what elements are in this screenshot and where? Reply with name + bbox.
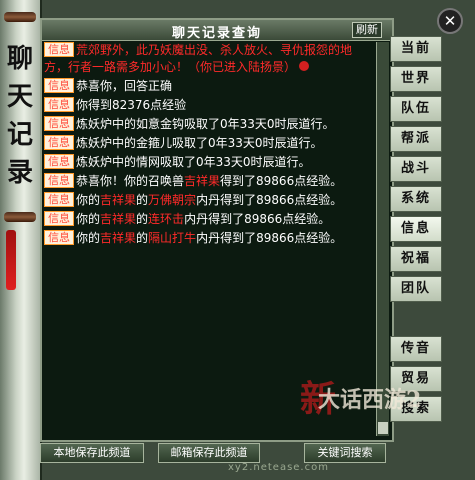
log-scrollbar[interactable] <box>376 42 389 436</box>
message-text: 你的 <box>76 193 101 207</box>
game-logo: 大话西游2 <box>318 387 422 413</box>
message-item: 信息 炼妖炉中的金箍儿吸取了0年33天0时辰道行。 <box>44 135 374 152</box>
message-text: 你的 <box>76 212 101 226</box>
refresh-button[interactable]: 刷新 <box>352 22 382 38</box>
message-text: 你的 <box>76 231 101 245</box>
pet-name-link[interactable]: 吉祥果 <box>100 212 136 226</box>
info-tag[interactable]: 信息 <box>44 192 74 207</box>
tab-guild[interactable]: 帮派 <box>390 126 442 152</box>
rose-icon <box>299 61 310 71</box>
tab-whisper[interactable]: 传音 <box>390 336 442 362</box>
message-item: 信息 恭喜你！你的召唤兽吉祥果得到了89866点经验。 <box>44 173 374 190</box>
message-text: 炼妖炉中的如意金钩吸取了0年33天0时辰道行。 <box>76 117 335 131</box>
tab-battle[interactable]: 战斗 <box>390 156 442 182</box>
tab-blessing[interactable]: 祝福 <box>390 246 442 272</box>
chat-log-panel: 聊天记录查询 刷新 信息 荒郊野外，此乃妖魔出没、杀人放火、寻仇报怨的地方，行者一… <box>40 18 394 442</box>
message-text: 恭喜你，回答正确 <box>76 79 173 93</box>
message-item: 信息 炼妖炉中的情网吸取了0年33天0时辰道行。 <box>44 154 374 171</box>
message-text: 的 <box>136 193 149 207</box>
message-text: 恭喜你！你的召唤兽 <box>76 174 185 188</box>
save-local-button[interactable]: 本地保存此频道 <box>40 443 144 463</box>
info-tag[interactable]: 信息 <box>44 42 74 57</box>
scrollbar-thumb[interactable] <box>378 422 388 434</box>
info-tag[interactable]: 信息 <box>44 173 74 188</box>
info-tag[interactable]: 信息 <box>44 135 74 150</box>
message-item: 信息 你的吉祥果的连环击内丹得到了89866点经验。 <box>44 211 374 228</box>
tab-group[interactable]: 团队 <box>390 276 442 302</box>
keyword-search-button[interactable]: 关键词搜索 <box>304 443 386 463</box>
message-text: 内丹得到了89866点经验。 <box>196 193 343 207</box>
neidan-name-link[interactable]: 隔山打牛 <box>148 231 196 245</box>
message-text: 内丹得到了89866点经验。 <box>196 231 343 245</box>
message-text: 内丹得到了89866点经验。 <box>184 212 331 226</box>
pet-name-link[interactable]: 吉祥果 <box>100 231 136 245</box>
panel-header: 聊天记录查询 刷新 <box>42 20 392 41</box>
info-tag[interactable]: 信息 <box>44 78 74 93</box>
site-watermark: xy2.netease.com <box>228 462 329 473</box>
message-text: 的 <box>136 212 149 226</box>
message-text: 的 <box>136 231 149 245</box>
tab-team[interactable]: 队伍 <box>390 96 442 122</box>
tab-info[interactable]: 信息 <box>390 216 442 242</box>
tab-system[interactable]: 系统 <box>390 186 442 212</box>
message-item: 信息 恭喜你，回答正确 <box>44 78 374 95</box>
close-button[interactable]: ✕ <box>437 8 463 34</box>
pet-name-link[interactable]: 吉祥果 <box>184 174 220 188</box>
info-tag[interactable]: 信息 <box>44 97 74 112</box>
neidan-name-link[interactable]: 万佛朝宗 <box>148 193 196 207</box>
message-item: 信息 荒郊野外，此乃妖魔出没、杀人放火、寻仇报怨的地方，行者一路需多加小心！（你已… <box>44 42 374 76</box>
message-text: 你得到82376点经验 <box>76 98 187 112</box>
tab-current[interactable]: 当前 <box>390 36 442 62</box>
info-tag[interactable]: 信息 <box>44 116 74 131</box>
panel-title: 聊天记录查询 <box>171 26 262 41</box>
message-item: 信息 炼妖炉中的如意金钩吸取了0年33天0时辰道行。 <box>44 116 374 133</box>
tab-world[interactable]: 世界 <box>390 66 442 92</box>
neidan-name-link[interactable]: 连环击 <box>148 212 184 226</box>
message-text: 炼妖炉中的金箍儿吸取了0年33天0时辰道行。 <box>76 136 323 150</box>
side-scroll-banner: 聊 天 记 录 <box>0 0 42 480</box>
scroll-rod-bottom <box>4 212 36 222</box>
info-tag[interactable]: 信息 <box>44 211 74 226</box>
message-item: 信息 你的吉祥果的隔山打牛内丹得到了89866点经验。 <box>44 230 374 247</box>
info-tag[interactable]: 信息 <box>44 154 74 169</box>
window-title-vertical: 聊 天 记 录 <box>6 44 33 188</box>
pet-name-link[interactable]: 吉祥果 <box>100 193 136 207</box>
message-item: 信息 你的吉祥果的万佛朝宗内丹得到了89866点经验。 <box>44 192 374 209</box>
save-mail-button[interactable]: 邮箱保存此频道 <box>158 443 260 463</box>
red-tassel-icon <box>6 230 16 290</box>
message-text: 得到了89866点经验。 <box>220 174 343 188</box>
scroll-rod-top <box>4 12 36 22</box>
chat-log-window: 聊 天 记 录 ✕ 聊天记录查询 刷新 信息 荒郊野外，此乃妖魔出没、杀人放火、寻… <box>0 0 475 480</box>
message-item: 信息 你得到82376点经验 <box>44 97 374 114</box>
message-text: 炼妖炉中的情网吸取了0年33天0时辰道行。 <box>76 155 311 169</box>
info-tag[interactable]: 信息 <box>44 230 74 245</box>
